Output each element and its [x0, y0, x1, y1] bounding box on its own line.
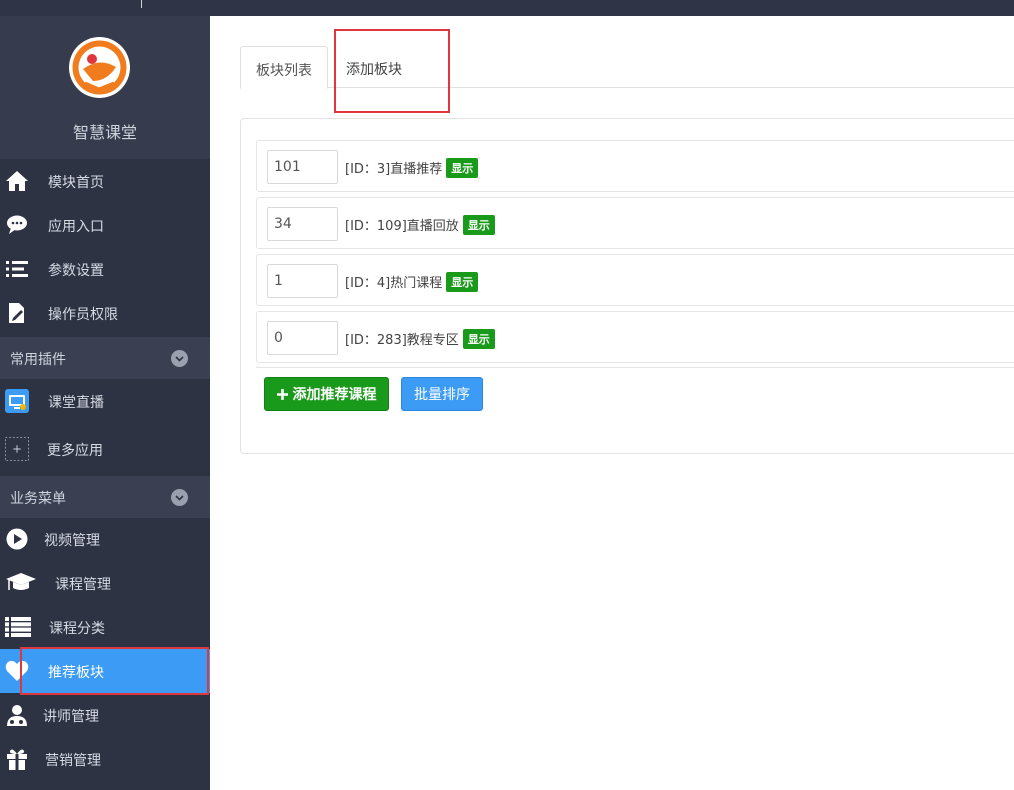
top-bar-divider	[141, 0, 142, 8]
sidebar-item-app-entry[interactable]: 应用入口	[0, 203, 210, 247]
sidebar-item-label: 应用入口	[48, 219, 104, 235]
sidebar-item-label: 课堂直播	[48, 395, 104, 411]
block-info: [ID：283]教程专区 显示	[345, 329, 495, 349]
block-info: [ID：4]热门课程 显示	[345, 272, 479, 292]
heart-icon	[5, 659, 29, 683]
sidebar-item-label: 视频管理	[44, 533, 100, 549]
order-input[interactable]	[267, 150, 338, 184]
sidebar-item-more-apps[interactable]: 更多应用	[0, 427, 210, 471]
plus-box-icon	[5, 437, 29, 461]
brand-area: 智慧课堂	[0, 16, 210, 159]
block-info: [ID：109]直播回放 显示	[345, 215, 495, 235]
block-id-title: [ID：283]教程专区	[345, 333, 459, 348]
sidebar-item-label: 更多应用	[47, 443, 103, 459]
section-common-plugins[interactable]: 常用插件	[0, 337, 210, 379]
chevron-down-icon	[171, 489, 188, 506]
live-icon	[5, 389, 29, 413]
section-business-menu[interactable]: 业务菜单	[0, 476, 210, 518]
sidebar-item-label: 推荐板块	[48, 665, 104, 681]
sidebar-item-marketing-management[interactable]: 营销管理	[0, 737, 210, 781]
status-badge: 显示	[446, 158, 479, 178]
main-content: 板块列表 添加板块 [ID：3]直播推荐显示 [ID：109]直播回放显示 [I…	[210, 16, 1014, 790]
settings-list-icon	[5, 257, 29, 281]
section-label: 常用插件	[10, 352, 66, 368]
gift-icon	[5, 747, 29, 771]
list-icon	[5, 615, 31, 639]
tab-block-list[interactable]: 板块列表	[240, 46, 328, 89]
edit-doc-icon	[5, 301, 29, 325]
sidebar-item-course-category[interactable]: 课程分类	[0, 605, 210, 649]
sidebar-item-label: 参数设置	[48, 263, 104, 279]
sidebar-item-teacher-management[interactable]: 讲师管理	[0, 693, 210, 737]
list-item: [ID：3]直播推荐显示	[256, 140, 1014, 192]
block-id-title: [ID：3]直播推荐	[345, 162, 443, 177]
sidebar-item-label: 课程管理	[55, 577, 111, 593]
top-bar	[0, 0, 1014, 16]
sidebar-item-label: 操作员权限	[48, 307, 118, 323]
logo	[69, 37, 130, 98]
list-item: [ID：109]直播回放显示	[256, 197, 1014, 249]
list-item: [ID：4]热门课程显示	[256, 254, 1014, 306]
block-id-title: [ID：4]热门课程	[345, 276, 443, 291]
teacher-icon	[5, 703, 29, 727]
order-input[interactable]	[267, 207, 338, 241]
order-input[interactable]	[267, 264, 338, 298]
sidebar-item-recommended-blocks[interactable]: 推荐板块	[0, 649, 210, 693]
block-info: [ID：3]直播推荐 显示	[345, 158, 479, 178]
sidebar-item-course-management[interactable]: 课程管理	[0, 561, 210, 605]
order-input[interactable]	[267, 321, 338, 355]
sidebar-item-label: 营销管理	[45, 753, 101, 769]
brand-name: 智慧课堂	[72, 123, 137, 142]
sidebar-item-label: 模块首页	[48, 175, 104, 191]
block-list-panel: [ID：3]直播推荐显示 [ID：109]直播回放显示 [ID：4]热门课程显示…	[240, 118, 1014, 454]
batch-sort-button[interactable]: 批量排序	[401, 377, 483, 411]
sidebar-item-label: 课程分类	[49, 621, 105, 637]
play-icon	[5, 527, 29, 551]
block-id-title: [ID：109]直播回放	[345, 219, 459, 234]
status-badge: 显示	[462, 329, 495, 349]
sidebar-item-classroom-live[interactable]: 课堂直播	[0, 379, 210, 423]
list-item: [ID：283]教程专区显示	[256, 311, 1014, 363]
chat-icon	[5, 213, 29, 237]
mortarboard-icon	[5, 571, 37, 595]
sidebar-item-video-management[interactable]: 视频管理	[0, 517, 210, 561]
status-badge: 显示	[462, 215, 495, 235]
sort-button-label: 批量排序	[414, 387, 470, 403]
section-label: 业务菜单	[10, 491, 66, 507]
sidebar-item-label: 讲师管理	[43, 709, 99, 725]
plus-icon	[276, 388, 288, 400]
tab-add-block[interactable]: 添加板块	[331, 46, 417, 88]
sidebar: 智慧课堂 模块首页 应用入口 参数设置 操作员权限 常用插件 课堂直播 更多应用…	[0, 16, 210, 790]
add-button-label: 添加推荐课程	[292, 387, 377, 403]
sidebar-item-module-home[interactable]: 模块首页	[0, 159, 210, 203]
divider	[256, 367, 1014, 368]
status-badge: 显示	[446, 272, 479, 292]
add-recommended-course-button[interactable]: 添加推荐课程	[264, 377, 389, 411]
chevron-down-icon	[171, 350, 188, 367]
tab-bar: 板块列表 添加板块	[240, 46, 1014, 89]
sidebar-item-operator-permissions[interactable]: 操作员权限	[0, 291, 210, 335]
home-icon	[5, 169, 29, 193]
sidebar-item-params[interactable]: 参数设置	[0, 247, 210, 291]
